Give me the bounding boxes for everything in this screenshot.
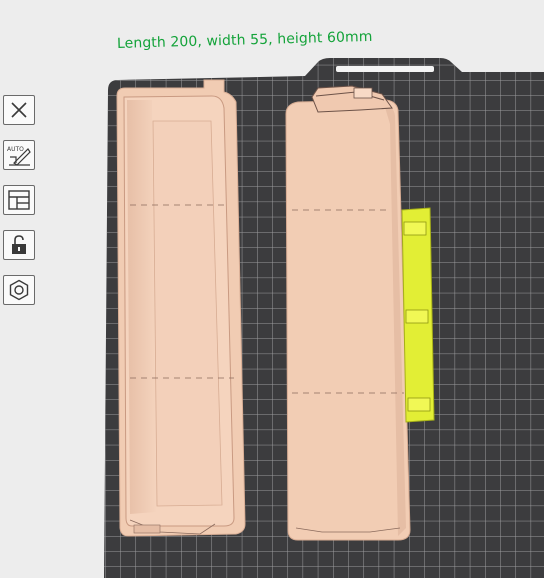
model-box-body[interactable] (116, 79, 246, 537)
settings-nut-icon (8, 279, 30, 301)
arrange-tool-button[interactable] (3, 185, 35, 215)
lock-tool-button[interactable] (3, 230, 35, 260)
selected-hinge-part[interactable] (401, 207, 435, 423)
viewport-3d[interactable] (0, 0, 544, 578)
auto-orient-tool-button[interactable]: AUTO (3, 140, 35, 170)
settings-tool-button[interactable] (3, 275, 35, 305)
plate-handle-slot (336, 66, 434, 72)
model-box-lid[interactable] (285, 85, 411, 541)
close-square-icon (9, 100, 29, 120)
svg-text:AUTO: AUTO (7, 146, 24, 153)
lock-icon (9, 234, 29, 256)
delete-tool-button[interactable] (3, 95, 35, 125)
arrange-icon (7, 189, 31, 211)
auto-orient-icon: AUTO (6, 143, 32, 167)
